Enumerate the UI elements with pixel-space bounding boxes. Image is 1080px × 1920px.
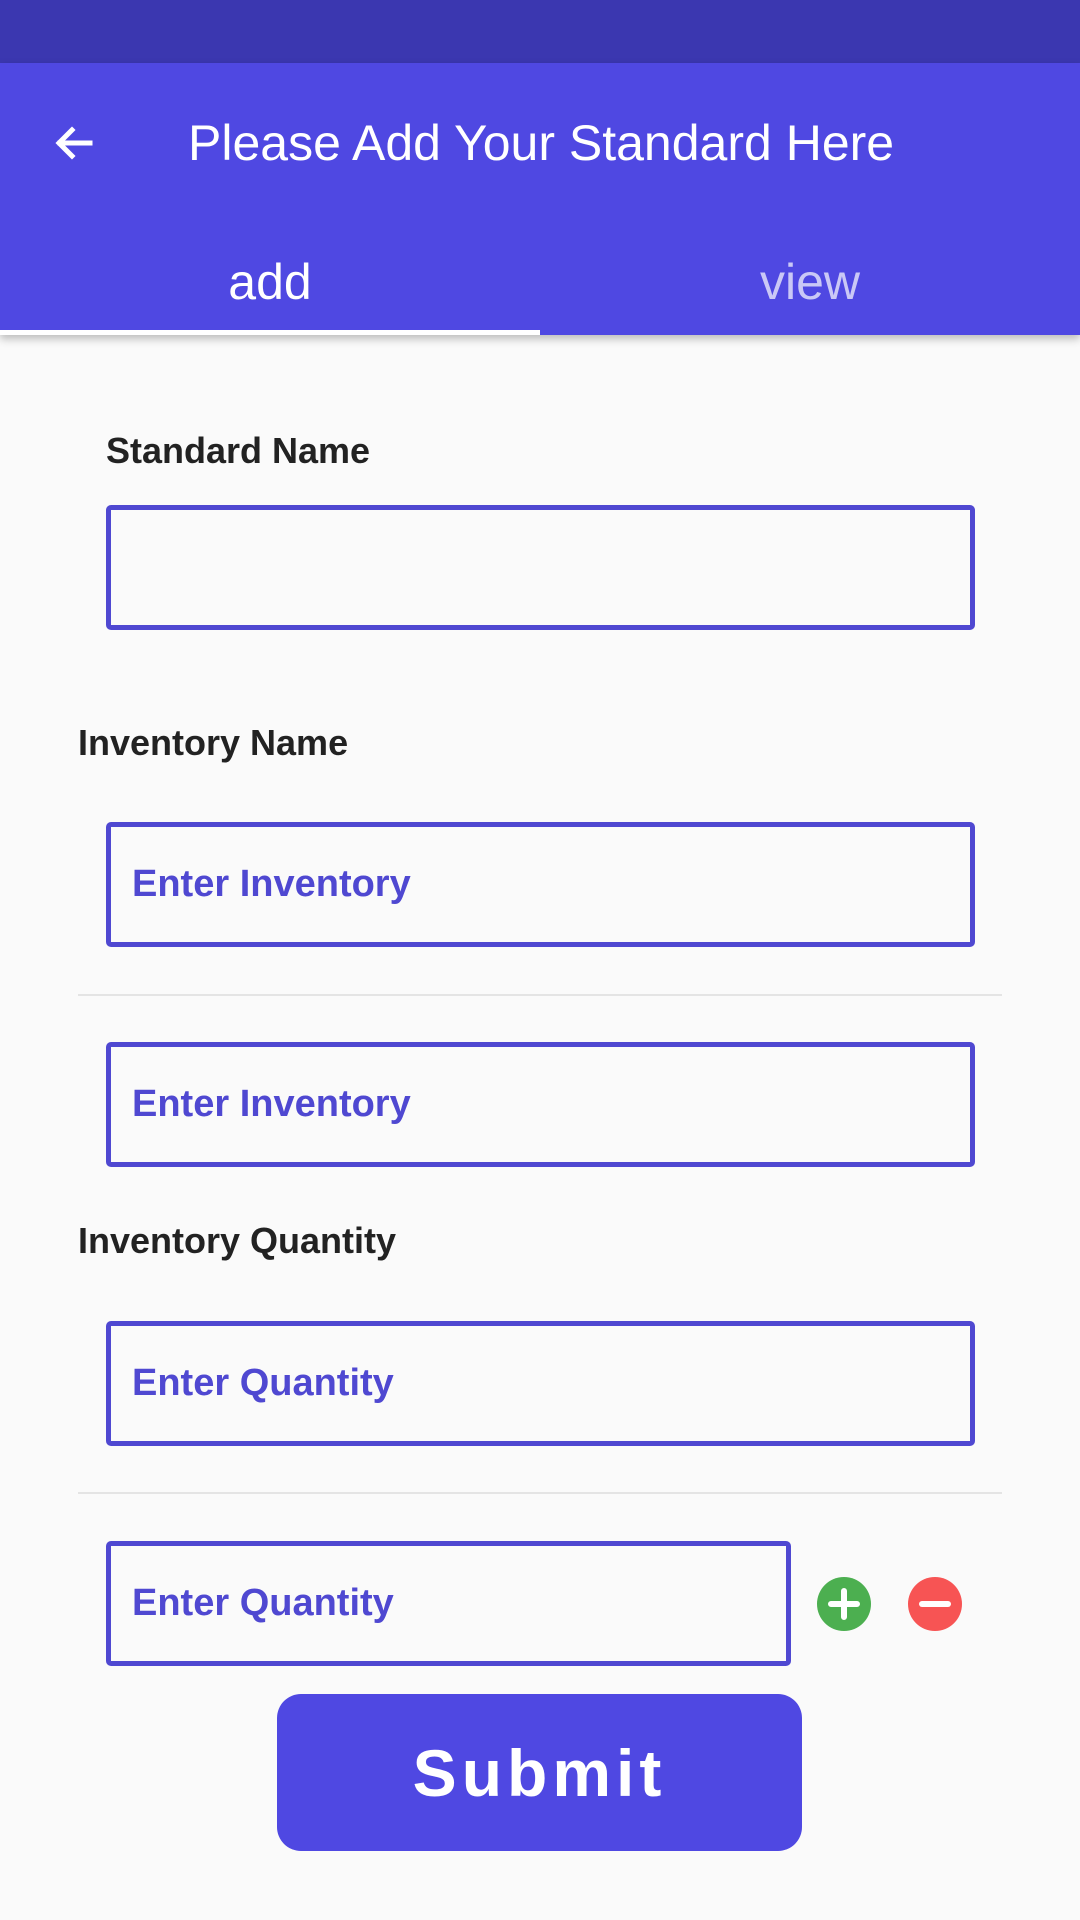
inventory-quantity-label: Inventory Quantity — [78, 1220, 397, 1261]
tab-bar: add view — [0, 229, 1080, 335]
tab-view[interactable]: view — [540, 229, 1080, 335]
tab-view-label: view — [759, 254, 861, 310]
inventory-input-2[interactable] — [106, 1042, 975, 1167]
divider — [78, 1492, 1002, 1494]
page-title: Please Add Your Standard Here — [188, 115, 895, 171]
minus-circle-icon — [919, 1601, 951, 1607]
tab-add-label: add — [228, 254, 312, 310]
status-bar — [0, 0, 1080, 63]
app-bar: Please Add Your Standard Here add view — [0, 63, 1080, 335]
inventory-input-1[interactable] — [106, 822, 975, 947]
plus-circle-icon — [828, 1588, 860, 1620]
quantity-input-2[interactable] — [106, 1541, 791, 1666]
inventory-name-label: Inventory Name — [78, 722, 349, 763]
arrow-left-icon — [55, 126, 93, 160]
add-row-button[interactable] — [817, 1577, 871, 1631]
standard-name-input[interactable] — [106, 505, 975, 630]
submit-button[interactable]: Submit — [277, 1694, 802, 1851]
standard-name-label: Standard Name — [106, 430, 371, 471]
tab-add[interactable]: add — [0, 229, 540, 335]
quantity-input-1[interactable] — [106, 1321, 975, 1446]
remove-row-button[interactable] — [908, 1577, 962, 1631]
tab-indicator — [0, 330, 540, 335]
back-button[interactable] — [36, 105, 112, 181]
divider — [78, 994, 1002, 996]
